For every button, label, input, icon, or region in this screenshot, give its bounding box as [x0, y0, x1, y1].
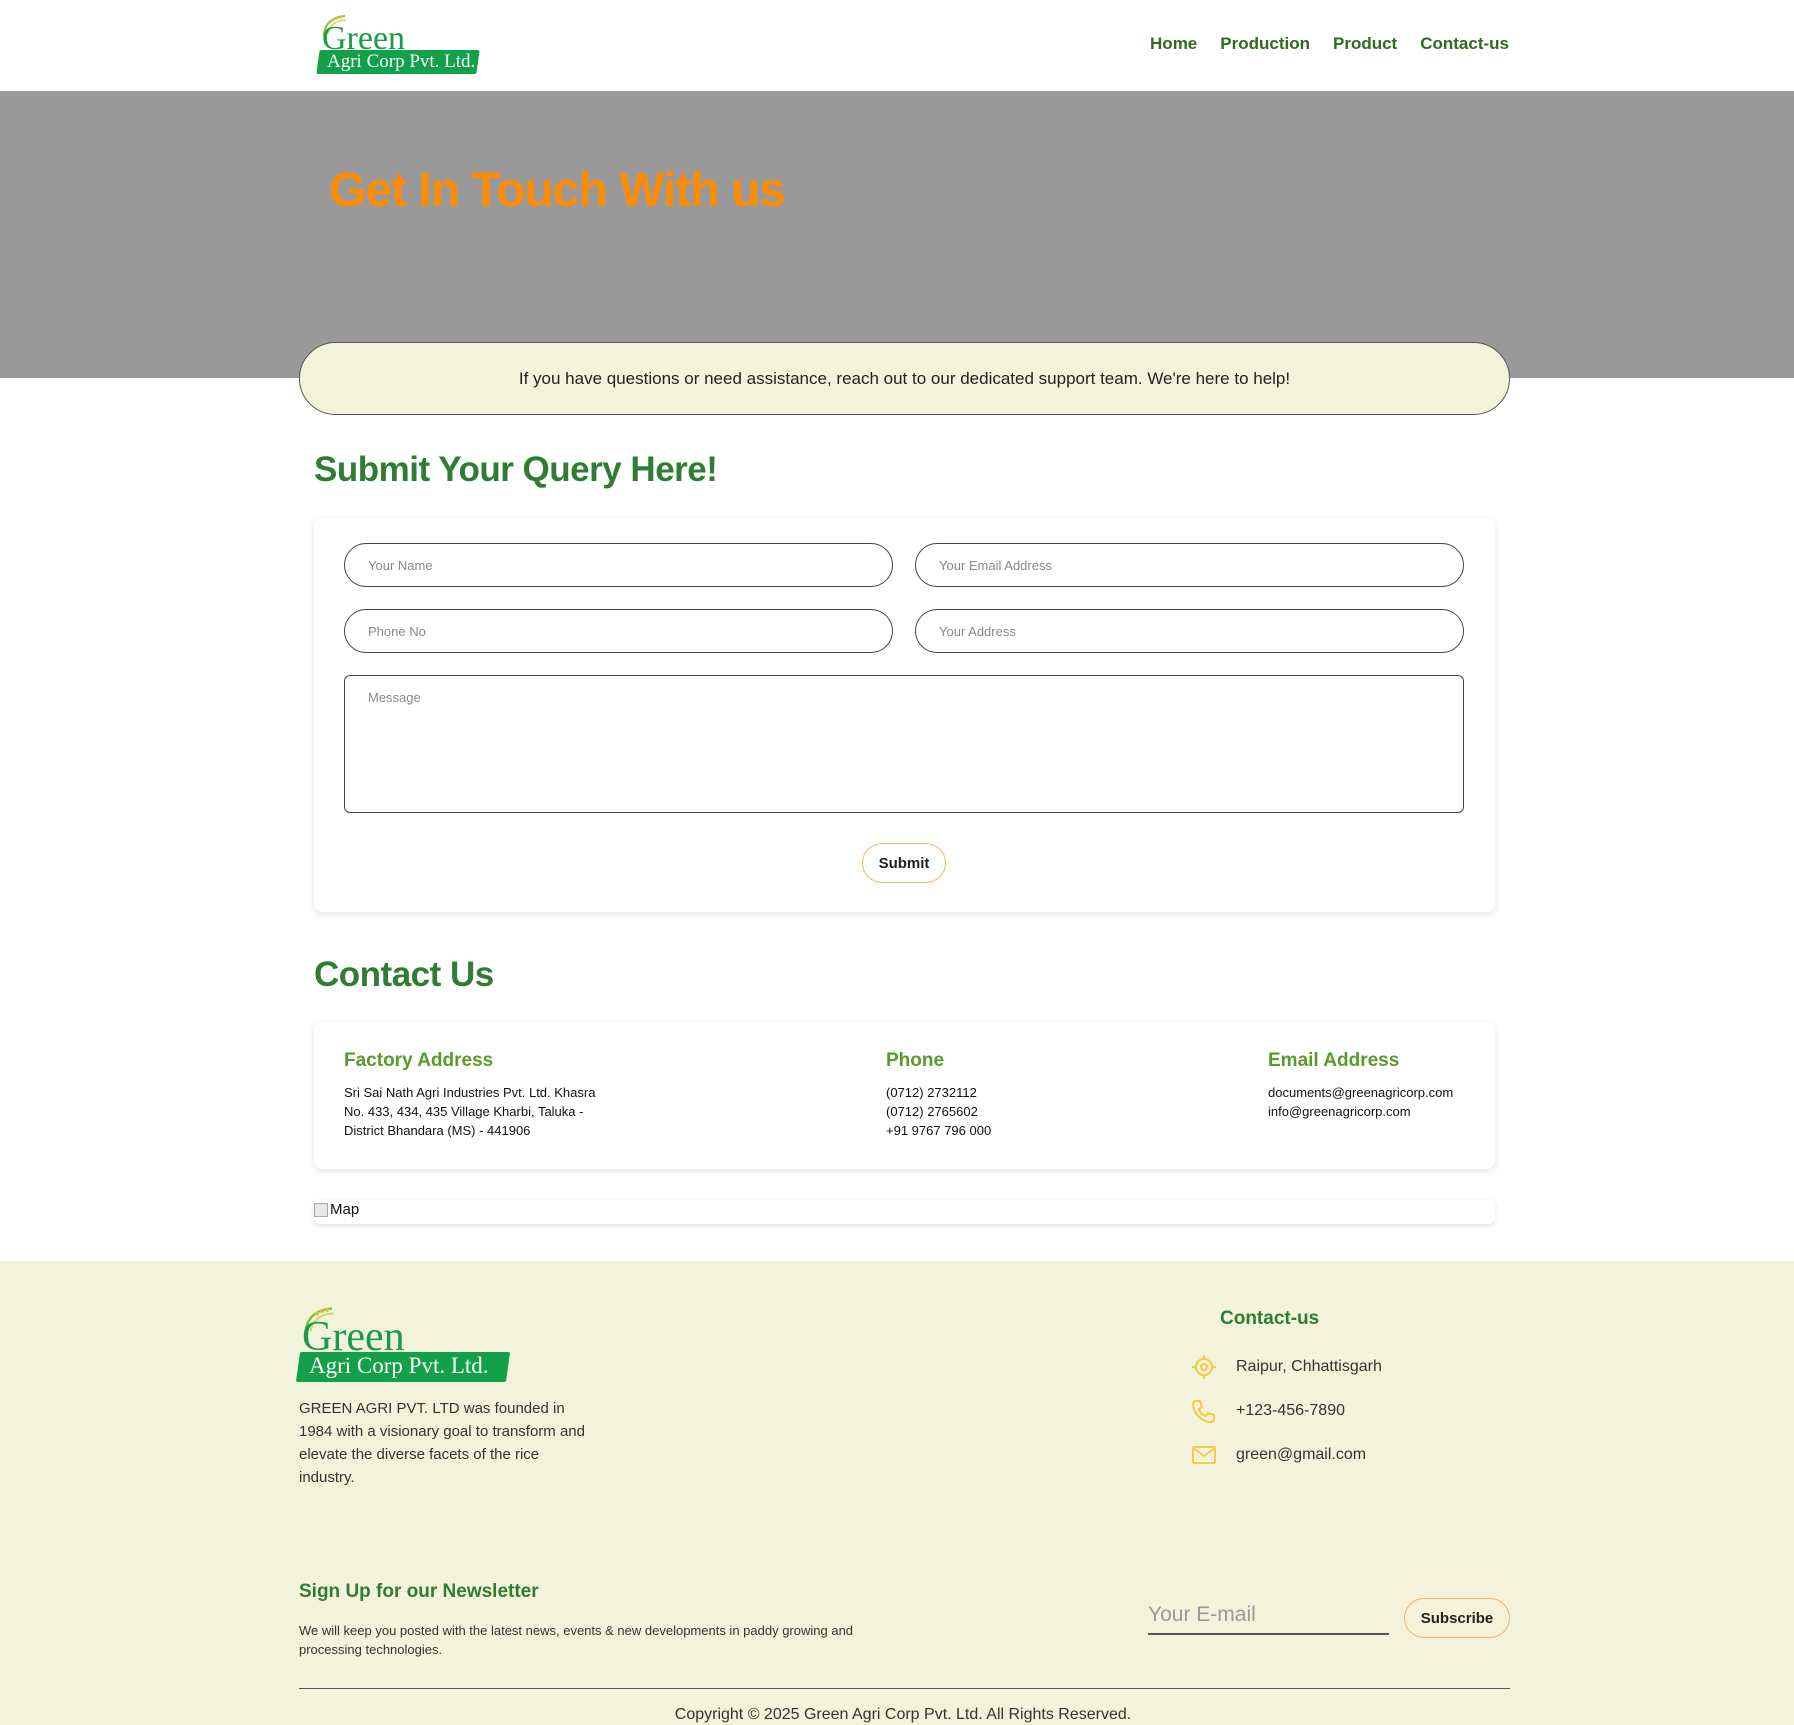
factory-address-line: District Bhandara (MS) - 441906 — [344, 1123, 531, 1138]
logo-subtitle: Agri Corp Pvt. Ltd. — [327, 51, 476, 72]
factory-address-text: Sri Sai Nath Agri Industries Pvt. Ltd. K… — [344, 1083, 595, 1140]
factory-address-line: No. 433, 434, 435 Village Kharbi, Taluka… — [344, 1104, 584, 1119]
footer-divider — [299, 1688, 1510, 1689]
hero-banner: Get In Touch With us — [0, 91, 1794, 378]
email-list: documents@greenagricorp.com info@greenag… — [1268, 1083, 1453, 1121]
email-input[interactable] — [915, 543, 1464, 587]
email-address[interactable]: info@greenagricorp.com — [1268, 1102, 1453, 1121]
nav-link-home[interactable]: Home — [1150, 34, 1197, 54]
address-input[interactable] — [915, 609, 1464, 653]
phone-list: (0712) 2732112 (0712) 2765602 +91 9767 7… — [886, 1083, 991, 1140]
phone-number[interactable]: +91 9767 796 000 — [886, 1121, 991, 1140]
phone-number[interactable]: (0712) 2765602 — [886, 1102, 991, 1121]
footer-location: Raipur, Chhattisgarh — [1190, 1353, 1382, 1381]
footer-contact-title: Contact-us — [1220, 1308, 1320, 1329]
location-icon — [1192, 1355, 1216, 1379]
broken-image-icon — [314, 1202, 328, 1217]
top-navbar: Green Agri Corp Pvt. Ltd. Home Productio… — [0, 0, 1794, 91]
message-textarea[interactable] — [344, 675, 1464, 813]
map-alt-text: Map — [330, 1201, 360, 1218]
newsletter-text: We will keep you posted with the latest … — [299, 1623, 854, 1657]
phone-input[interactable] — [344, 609, 893, 653]
nav-link-contact[interactable]: Contact-us — [1420, 34, 1509, 54]
factory-address-line: Sri Sai Nath Agri Industries Pvt. Ltd. K… — [344, 1085, 596, 1100]
footer-phone-text: +123-456-7890 — [1236, 1402, 1345, 1419]
copyright-text: Copyright © 2025 Green Agri Corp Pvt. Lt… — [674, 1706, 1132, 1723]
email-address[interactable]: documents@greenagricorp.com — [1268, 1083, 1453, 1102]
footer-email[interactable]: green@gmail.com — [1190, 1441, 1366, 1469]
phone-number[interactable]: (0712) 2732112 — [886, 1083, 991, 1102]
footer-logo-subtitle: Agri Corp Pvt. Ltd. — [309, 1353, 489, 1378]
contact-info-card: Factory Address Sri Sai Nath Agri Indust… — [314, 1022, 1495, 1169]
footer-email-text: green@gmail.com — [1236, 1446, 1367, 1463]
submit-button[interactable]: Submit — [862, 843, 946, 883]
map-image: Map — [314, 1201, 359, 1218]
mail-icon — [1192, 1446, 1216, 1464]
footer-location-text: Raipur, Chhattisgarh — [1236, 1358, 1382, 1375]
factory-address-title: Factory Address — [344, 1050, 494, 1071]
query-heading: Submit Your Query Here! — [314, 450, 718, 489]
nav-menu: Home Production Product Contact-us — [1150, 34, 1509, 54]
newsletter-title: Sign Up for our Newsletter — [299, 1581, 539, 1602]
footer-about-text: GREEN AGRI PVT. LTD was founded in 1984 … — [299, 1400, 585, 1486]
map-container[interactable]: Map — [314, 1200, 1495, 1224]
footer-phone[interactable]: +123-456-7890 — [1190, 1397, 1345, 1425]
brand-logo[interactable]: Green Agri Corp Pvt. Ltd. — [316, 14, 480, 76]
footer-logo[interactable]: Green Agri Corp Pvt. Ltd. — [295, 1306, 513, 1386]
phone-icon — [1192, 1400, 1215, 1423]
support-banner: If you have questions or need assistance… — [299, 342, 1510, 415]
nav-link-product[interactable]: Product — [1333, 34, 1397, 54]
name-input[interactable] — [344, 543, 893, 587]
email-address-title: Email Address — [1268, 1050, 1400, 1071]
phone-title: Phone — [886, 1050, 945, 1071]
footer: Green Agri Corp Pvt. Ltd. GREEN AGRI PVT… — [0, 1261, 1794, 1725]
query-form: Submit — [314, 518, 1495, 912]
newsletter-email-input[interactable] — [1148, 1597, 1389, 1635]
nav-link-production[interactable]: Production — [1220, 34, 1310, 54]
hero-title: Get In Touch With us — [329, 164, 786, 217]
contact-heading: Contact Us — [314, 955, 494, 994]
subscribe-button[interactable]: Subscribe — [1404, 1598, 1510, 1638]
